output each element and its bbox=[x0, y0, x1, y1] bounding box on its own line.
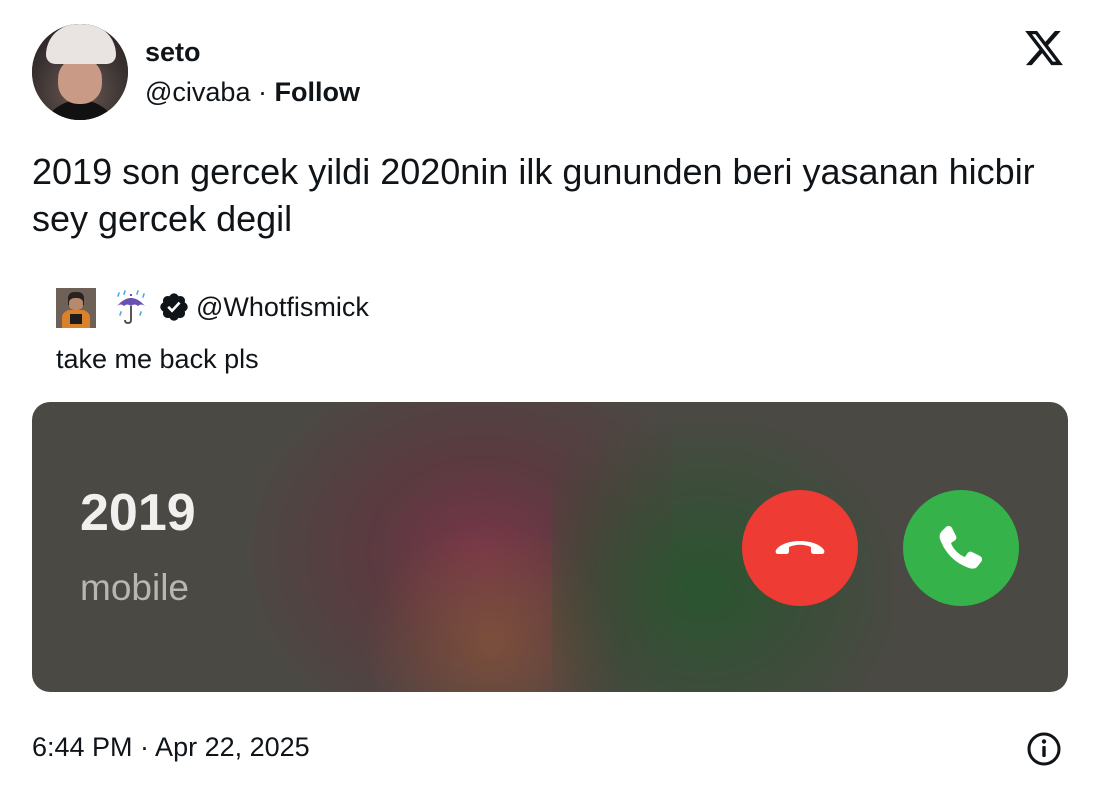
author-handle[interactable]: @civaba bbox=[145, 77, 250, 107]
quoted-avatar-logo bbox=[70, 314, 82, 324]
verified-badge-icon bbox=[160, 293, 188, 321]
separator-dot: · bbox=[257, 77, 267, 107]
umbrella-with-rain-icon bbox=[117, 290, 145, 325]
avatar-face bbox=[58, 58, 102, 104]
quoted-author-handle[interactable]: @Whotfismick bbox=[196, 291, 369, 323]
author-name[interactable]: seto bbox=[145, 36, 201, 68]
tweet-media-image[interactable]: 2019 mobile bbox=[32, 402, 1068, 692]
call-caller-label: mobile bbox=[80, 567, 189, 608]
x-logo-icon[interactable] bbox=[1022, 27, 1066, 69]
info-icon[interactable] bbox=[1026, 731, 1062, 767]
author-handle-row: @civaba · Follow bbox=[145, 76, 360, 108]
quoted-avatar-face bbox=[69, 298, 83, 310]
author-avatar[interactable] bbox=[32, 24, 128, 120]
call-caller-name: 2019 bbox=[80, 484, 196, 542]
follow-button[interactable]: Follow bbox=[275, 77, 360, 107]
decline-call-button[interactable] bbox=[742, 490, 858, 606]
phone-accept-icon bbox=[939, 525, 983, 569]
tweet-text: 2019 son gercek yildi 2020nin ilk gunund… bbox=[32, 151, 1035, 239]
phone-hangup-icon bbox=[775, 541, 825, 554]
quoted-author-avatar[interactable] bbox=[56, 288, 96, 328]
quoted-tweet-text: take me back pls bbox=[56, 344, 259, 374]
tweet-timestamp[interactable]: 6:44 PM · Apr 22, 2025 bbox=[32, 730, 310, 764]
accept-call-button[interactable] bbox=[903, 490, 1019, 606]
